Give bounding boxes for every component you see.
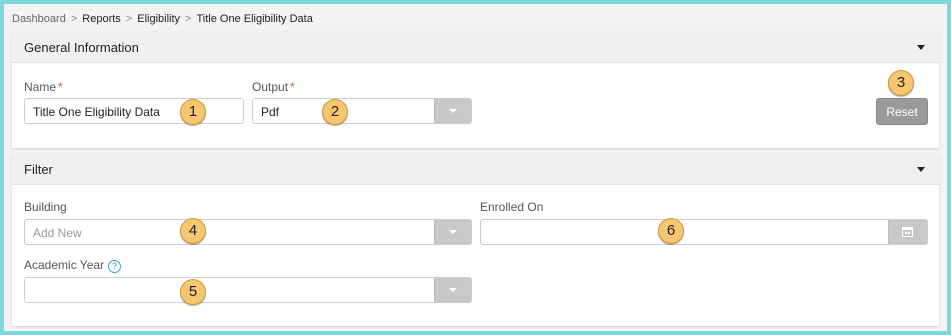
chevron-down-icon — [449, 109, 457, 113]
filter-panel: Filter Building Add New Enrolled On Acad… — [12, 154, 939, 326]
academic-year-label: Academic Year? — [24, 258, 122, 273]
name-input[interactable]: Title One Eligibility Data — [24, 98, 244, 124]
required-marker: * — [290, 80, 295, 94]
breadcrumb-current: Title One Eligibility Data — [196, 13, 313, 25]
building-label: Building — [24, 200, 67, 214]
breadcrumb: Dashboard > Reports > Eligibility > Title One … — [12, 13, 313, 25]
output-select-value: Pdf — [261, 105, 280, 119]
chevron-down-icon[interactable] — [917, 45, 925, 50]
enrolled-on-date-input[interactable] — [480, 219, 928, 245]
filter-header[interactable]: Filter — [12, 154, 939, 185]
required-marker: * — [58, 80, 63, 94]
chevron-down-icon — [449, 230, 457, 234]
general-information-panel: General Information Name * Title One Elig… — [12, 32, 939, 148]
callout-badge-5: 5 — [180, 279, 206, 305]
callout-badge-3: 3 — [888, 70, 914, 96]
breadcrumb-separator: > — [70, 13, 78, 25]
output-label-text: Output — [252, 80, 289, 94]
general-information-header[interactable]: General Information — [12, 32, 939, 63]
callout-badge-2: 2 — [322, 99, 348, 125]
reset-button[interactable]: Reset — [876, 98, 928, 125]
output-label: Output * — [252, 80, 295, 94]
name-label-text: Name — [24, 80, 57, 94]
chevron-down-icon[interactable] — [917, 167, 925, 172]
calendar-icon — [902, 227, 913, 237]
filter-title: Filter — [24, 162, 53, 177]
breadcrumb-eligibility[interactable]: Eligibility — [137, 13, 180, 25]
breadcrumb-separator: > — [185, 13, 192, 25]
callout-badge-4: 4 — [180, 218, 206, 244]
general-information-title: General Information — [24, 40, 139, 55]
output-select[interactable]: Pdf — [252, 98, 472, 124]
output-dropdown-button[interactable] — [434, 99, 471, 123]
chevron-down-icon — [449, 288, 457, 292]
building-placeholder: Add New — [33, 226, 82, 240]
page-frame: Dashboard > Reports > Eligibility > Title One … — [4, 4, 947, 331]
breadcrumb-separator: > — [125, 13, 133, 25]
enrolled-on-label: Enrolled On — [480, 200, 544, 214]
building-dropdown-button[interactable] — [434, 220, 471, 244]
calendar-button[interactable] — [888, 220, 927, 244]
breadcrumb-reports[interactable]: Reports — [82, 13, 121, 25]
academic-year-dropdown-button[interactable] — [434, 278, 471, 302]
building-select[interactable]: Add New — [24, 219, 472, 245]
help-icon[interactable]: ? — [108, 260, 122, 273]
callout-badge-6: 6 — [658, 218, 684, 244]
breadcrumb-dashboard[interactable]: Dashboard — [12, 13, 66, 25]
name-input-value: Title One Eligibility Data — [33, 105, 160, 119]
academic-year-select[interactable] — [24, 277, 472, 303]
academic-year-label-text: Academic Year — [24, 258, 105, 272]
name-label: Name * — [24, 80, 63, 94]
callout-badge-1: 1 — [180, 99, 206, 125]
